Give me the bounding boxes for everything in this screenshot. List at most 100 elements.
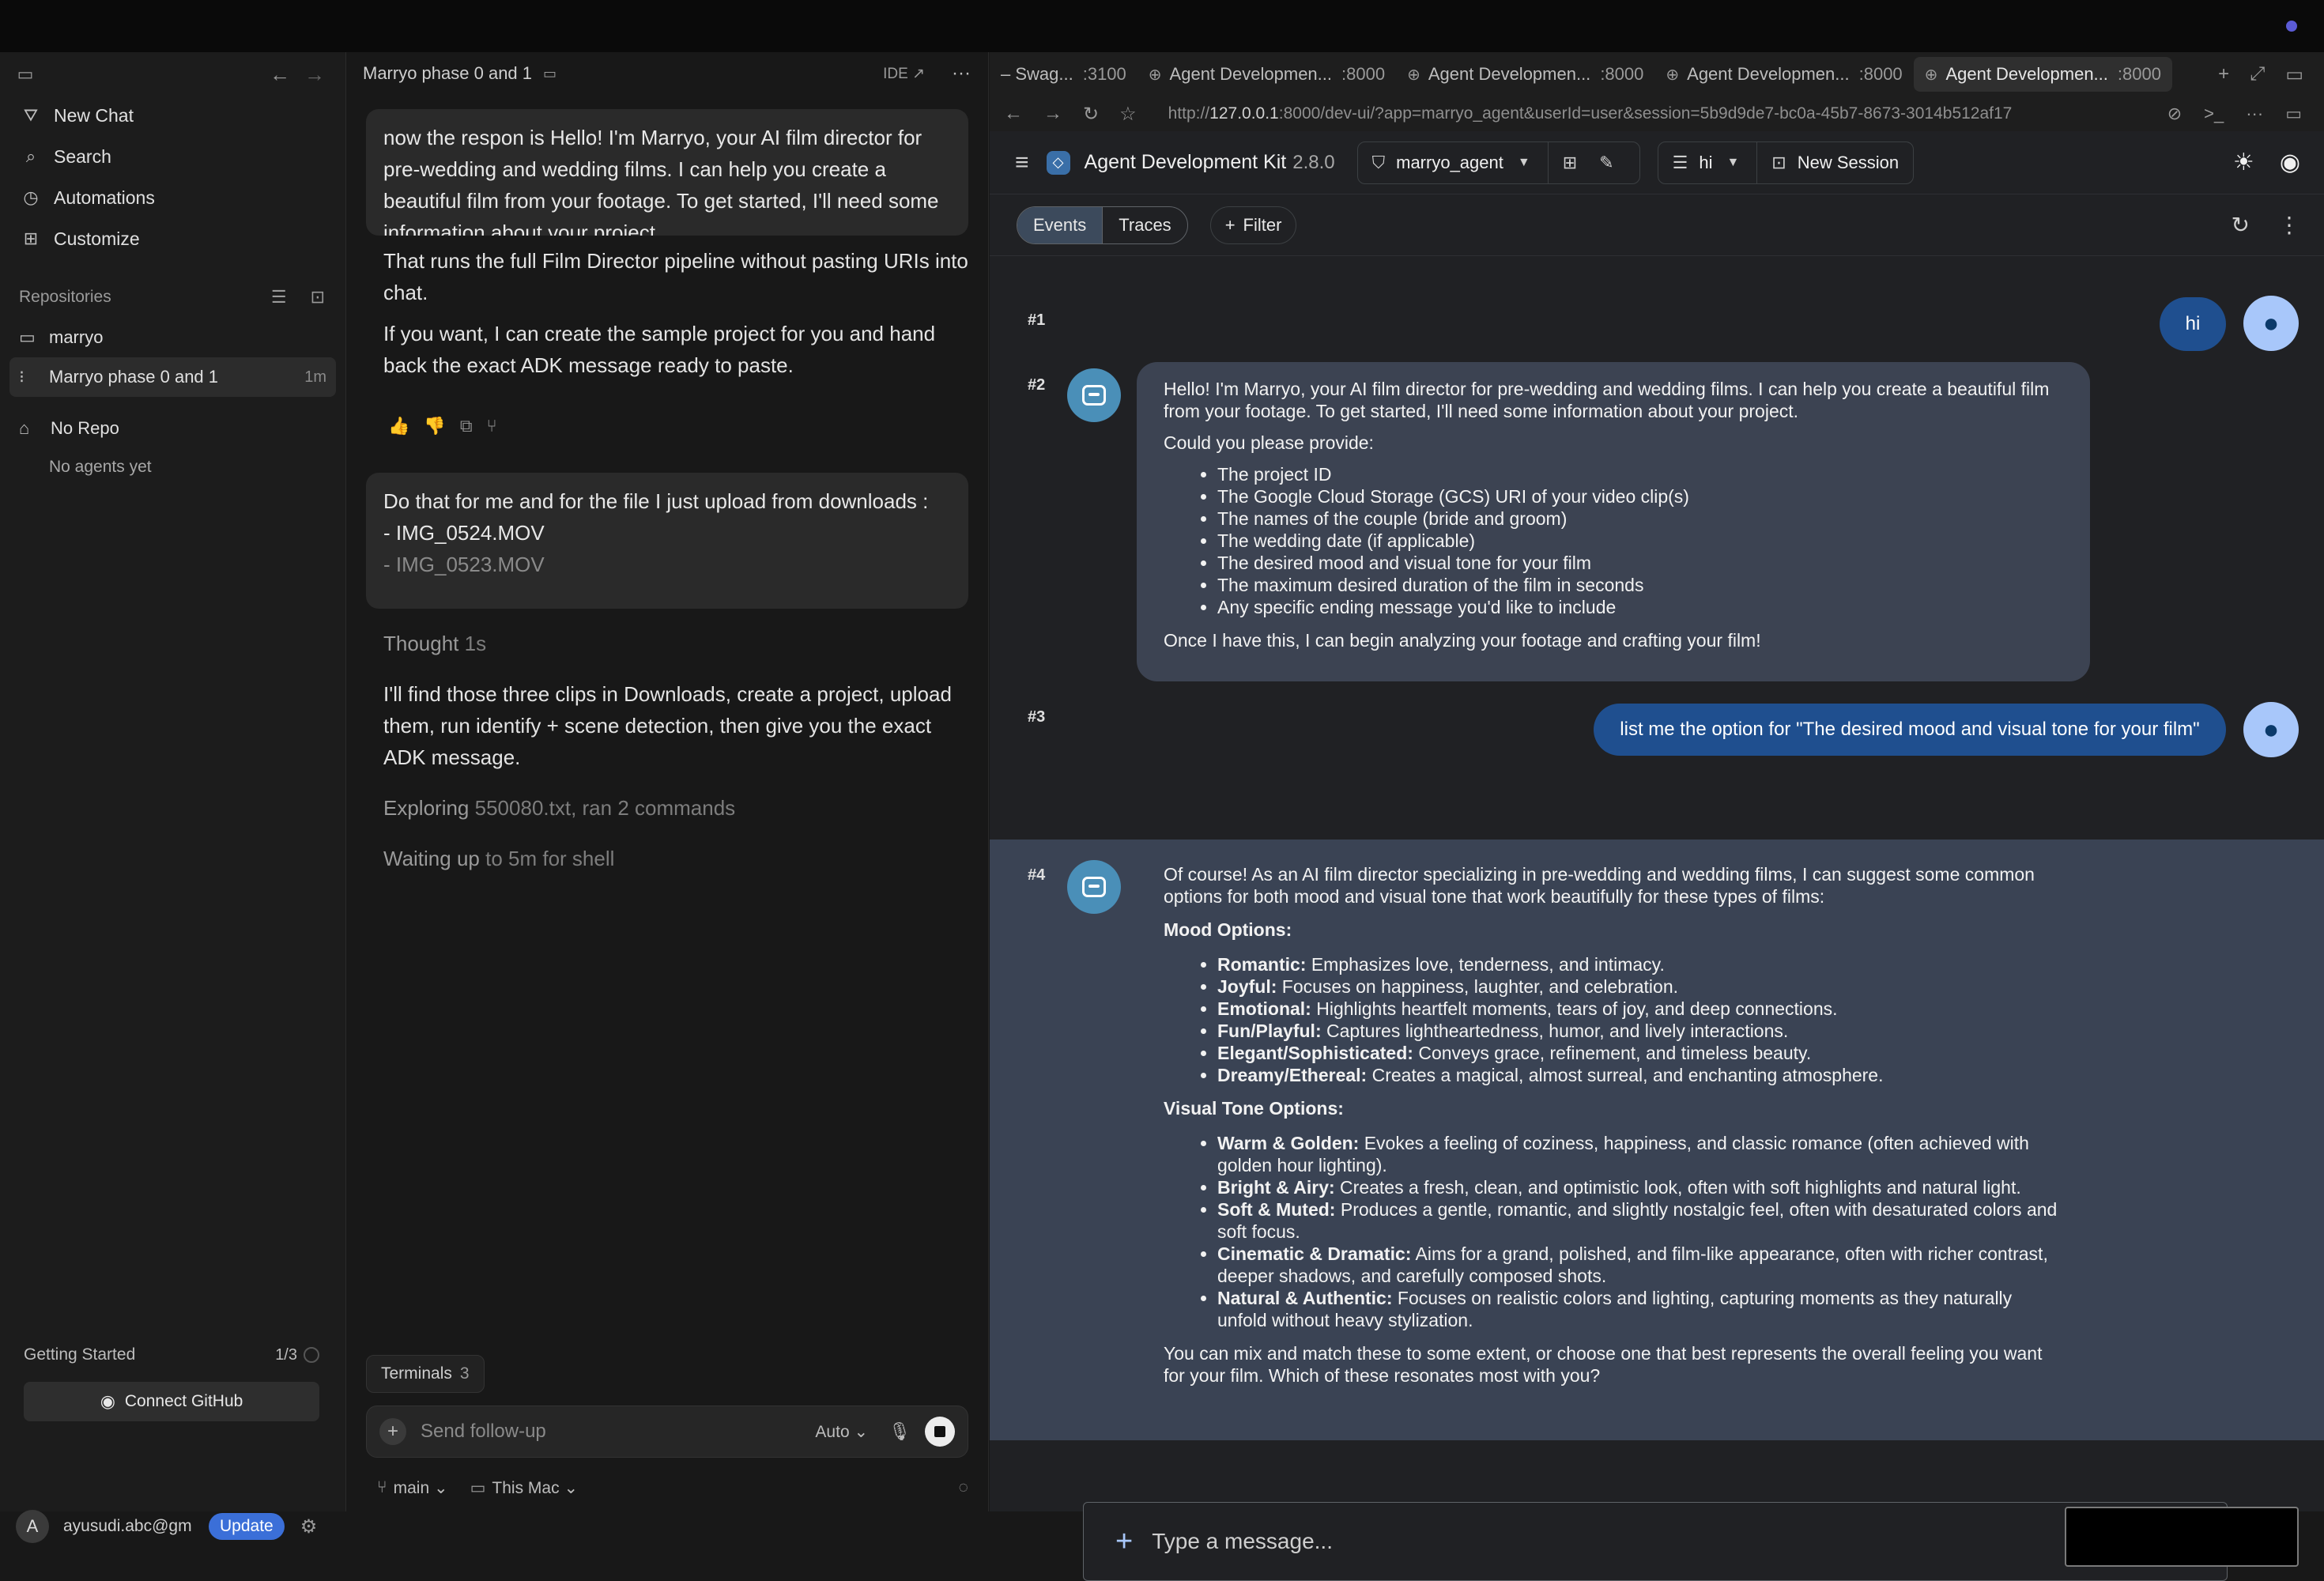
avatar[interactable]: A [16, 1510, 49, 1543]
sidebar-toggle-icon[interactable]: ▭ [2285, 104, 2302, 124]
repo-time: 1m [304, 368, 326, 386]
extension-icon[interactable]: ⊘ [2167, 104, 2182, 124]
more-icon[interactable]: ··· [952, 62, 971, 85]
session-select[interactable]: hi [1699, 153, 1712, 173]
sidebar-item-automations[interactable]: ◷ Automations [0, 177, 345, 218]
microphone-icon[interactable]: 🎙 [888, 1421, 911, 1442]
repo-item-marryo[interactable]: ▭ marryo [9, 318, 336, 357]
kebab-menu-icon[interactable]: ⋮ [2278, 212, 2300, 238]
user-message[interactable]: hi [2160, 297, 2226, 351]
list-item: The names of the couple (bride and groom… [1217, 508, 2063, 530]
composer: + Send follow-up Auto ⌄ 🎙 [366, 1406, 968, 1458]
mode-select[interactable]: Auto ⌄ [815, 1422, 868, 1442]
mode-label: Auto [815, 1422, 850, 1441]
sidebar-item-search[interactable]: ⌕ Search [0, 136, 345, 177]
location-select[interactable]: This Mac ⌄ [492, 1478, 578, 1498]
dropdown-caret-icon[interactable]: ▼ [1726, 156, 1739, 170]
follow-up-input[interactable]: Send follow-up [421, 1421, 815, 1443]
user-bar: A ayusudi.abc@gm Update ⚙ [16, 1507, 332, 1546]
dropdown-caret-icon[interactable]: ▼ [1518, 156, 1530, 170]
assistant-text: I'll find those three clips in Downloads… [383, 682, 952, 769]
exploring-row[interactable]: Exploring 550080.txt, ran 2 commands [383, 792, 968, 824]
account-icon[interactable]: ◉ [2280, 149, 2300, 176]
globe-icon: ⊕ [1407, 66, 1420, 84]
thought-row[interactable]: Thought 1s [383, 628, 968, 659]
getting-started-count: 1/3 [275, 1345, 297, 1364]
thumbs-up-icon[interactable]: 👍 [388, 416, 424, 436]
tab-title: Agent Developmen... [1687, 64, 1850, 84]
terminals-chip[interactable]: Terminals 3 [366, 1355, 485, 1393]
add-attachment-button[interactable]: + [379, 1418, 406, 1445]
browser-tab[interactable]: ⊕ Agent Developmen...:8000 [1137, 57, 1396, 92]
repo-item-marryo-phase[interactable]: ⁝ Marryo phase 0 and 1 1m [9, 357, 336, 397]
thumbs-down-icon[interactable]: 👎 [424, 416, 459, 436]
window-title-bar [0, 0, 2324, 52]
exploring-detail: 550080.txt, ran 2 commands [474, 796, 736, 820]
add-folder-icon[interactable]: ⊡ [311, 287, 325, 308]
refresh-icon[interactable]: ↻ [2232, 212, 2250, 238]
tab-bar: – Swag...:3100 ⊕ Agent Developmen...:8000… [990, 52, 2324, 96]
forward-arrow-icon[interactable]: → [1043, 103, 1062, 125]
getting-started-card: Getting Started 1/3 ◉ Connect GitHub [9, 1334, 334, 1480]
sidebar-item-label: Customize [54, 228, 140, 249]
thought-time: 1s [464, 632, 487, 655]
graph-icon[interactable]: ⊞ [1563, 153, 1577, 173]
more-icon[interactable]: ··· [2246, 104, 2263, 124]
stop-button[interactable] [925, 1417, 955, 1447]
chat-panel: Marryo phase 0 and 1 ▭ IDE ↗ ··· now the… [347, 52, 989, 1511]
tab-events[interactable]: Events [1017, 206, 1103, 243]
agent-text: Once I have this, I can begin analyzing … [1164, 630, 1761, 651]
tab-traces[interactable]: Traces [1102, 206, 1187, 243]
assistant-text: If you want, I can create the sample pro… [383, 322, 936, 377]
theme-toggle-icon[interactable]: ☀ [2233, 149, 2254, 176]
back-arrow-icon[interactable]: ← [1004, 103, 1023, 125]
hamburger-menu-icon[interactable]: ≡ [1015, 149, 1029, 176]
agent-message[interactable]: Hello! I'm Marryo, your AI film director… [1137, 362, 2090, 681]
ide-button[interactable]: IDE ↗ [883, 65, 925, 83]
filter-button[interactable]: + Filter [1209, 206, 1297, 244]
no-repo-item[interactable]: ⌂ No Repo [0, 408, 345, 449]
panel-icon[interactable]: ▭ [2285, 63, 2303, 86]
user-message[interactable]: list me the option for "The desired mood… [1594, 704, 2226, 756]
gear-icon[interactable]: ⚙ [300, 1515, 318, 1538]
adk-header: ≡ ◇ Agent Development Kit 2.8.0 ⛉ marryo… [990, 131, 2324, 194]
adk-logo-icon: ◇ [1046, 150, 1070, 175]
update-button[interactable]: Update [209, 1513, 285, 1540]
bookmark-star-icon[interactable]: ☆ [1119, 103, 1137, 126]
list-item: Fun/Playful: Captures lightheartedness, … [1217, 1020, 2063, 1042]
fork-icon[interactable]: ⑂ [487, 416, 511, 436]
browser-tab[interactable]: ⊕ Agent Developmen...:8000 [1396, 57, 1654, 92]
sidebar-item-new-chat[interactable]: ⛛ New Chat [0, 95, 345, 136]
forward-arrow-icon[interactable]: → [304, 63, 326, 85]
chat-title: Marryo phase 0 and 1 [363, 63, 533, 83]
reload-icon[interactable]: ↻ [1083, 103, 1099, 126]
sidebar-item-customize[interactable]: ⊞ Customize [0, 218, 345, 259]
browser-tab[interactable]: – Swag...:3100 [990, 57, 1137, 92]
url-field[interactable]: http://127.0.0.1:8000/dev-ui/?app=marryo… [1168, 104, 2167, 123]
tab-port: :8000 [1600, 64, 1644, 84]
expand-icon[interactable]: ⤢ [2250, 63, 2265, 85]
back-arrow-icon[interactable]: ← [269, 63, 291, 85]
getting-started-row[interactable]: Getting Started 1/3 [9, 1334, 334, 1375]
new-session-button[interactable]: New Session [1798, 153, 1899, 173]
edit-pencil-icon[interactable]: ✎ [1599, 153, 1613, 173]
app-title: Agent Development Kit [1084, 151, 1287, 173]
filter-icon[interactable]: ☰ [271, 287, 287, 308]
branch-select[interactable]: main ⌄ [394, 1478, 448, 1498]
session-selector: ☰ hi ▼ ⊡ New Session [1657, 141, 1915, 184]
toggle-sidebar-icon[interactable]: ▭ [14, 63, 36, 85]
new-tab-icon[interactable]: + [2218, 63, 2229, 85]
automations-icon: ◷ [23, 187, 39, 207]
browser-tab-active[interactable]: ⊕ Agent Developmen...:8000 [1913, 57, 2172, 92]
copy-icon[interactable]: ⧉ [460, 416, 487, 436]
thread-icon: ⁝ [19, 367, 25, 387]
add-icon[interactable]: + [1115, 1525, 1133, 1559]
connect-github-button[interactable]: ◉ Connect GitHub [24, 1382, 319, 1421]
browser-tab[interactable]: ⊕ Agent Developmen...:8000 [1654, 57, 1913, 92]
agent-message[interactable]: Of course! As an AI film director specia… [1137, 847, 2090, 1412]
event-row-highlighted[interactable]: #4 Of course! As an AI film director spe… [990, 840, 2324, 1440]
home-icon: ⌂ [19, 418, 30, 438]
agent-select[interactable]: marryo_agent [1396, 153, 1503, 173]
terminal-icon[interactable]: >_ [2204, 104, 2224, 124]
message-input[interactable]: Type a message... [1152, 1529, 1333, 1554]
